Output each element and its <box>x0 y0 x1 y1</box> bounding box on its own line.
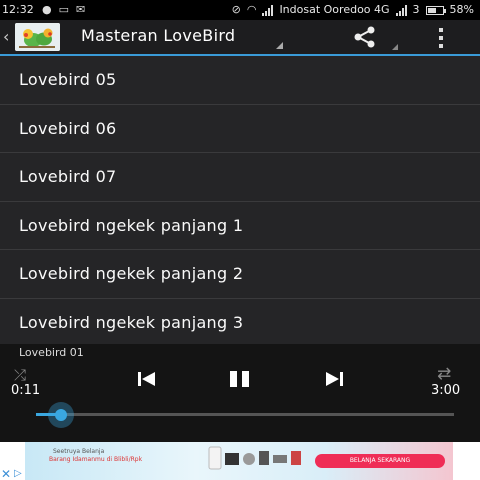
playlist-item[interactable]: Lovebird ngekek panjang 1 <box>0 202 480 250</box>
player-panel: Lovebird 01 ⤮ ⇄ 0:11 3:00 <box>0 344 480 442</box>
back-chevron-icon[interactable]: ‹ <box>3 27 9 46</box>
ad-cta-button[interactable]: BELANJA SEKARANG <box>315 454 445 468</box>
playlist-item[interactable]: Lovebird 06 <box>0 105 480 153</box>
playlist-item-label: Lovebird 06 <box>19 118 117 138</box>
mute-icon: ⊘ <box>231 3 241 16</box>
share-icon[interactable] <box>352 26 378 48</box>
status-right-group: ⊘ ◠ Indosat Ooredoo 4G 3 58% <box>232 0 474 20</box>
title-dropdown-icon[interactable] <box>276 42 283 49</box>
seek-bar-track[interactable] <box>36 413 454 416</box>
signal-2-icon <box>395 4 407 16</box>
current-time: 0:11 <box>11 383 41 398</box>
ad-banner: Seetruya Belanja Barang Idamanmu di Blib… <box>0 442 480 480</box>
cast-icon: ▭ <box>58 3 70 16</box>
shuffle-icon[interactable]: ⤮ <box>14 366 26 384</box>
next-button[interactable] <box>324 371 344 387</box>
total-time: 3:00 <box>431 383 461 398</box>
status-time: 12:32 <box>2 3 34 16</box>
playlist-item-label: Lovebird 05 <box>19 70 117 90</box>
playlist-item[interactable]: Lovebird 07 <box>0 153 480 202</box>
ad-right-margin <box>453 442 480 480</box>
playlist-item-label: Lovebird ngekek panjang 2 <box>19 264 244 284</box>
status-notification-icons: ● ▭ ✉ <box>42 0 85 20</box>
playlist-item[interactable]: Lovebird 05 <box>0 56 480 105</box>
playlist-item[interactable]: Lovebird ngekek panjang 2 <box>0 250 480 299</box>
ad-line-2: Barang Idamanmu di Blibli/Rpk <box>49 456 143 463</box>
notification-dot-icon: ● <box>42 3 52 16</box>
battery-icon <box>425 5 446 15</box>
previous-button[interactable] <box>137 371 157 387</box>
skip-previous-icon <box>138 372 155 386</box>
now-playing-title: Lovebird 01 <box>19 346 84 359</box>
mail-icon: ✉ <box>76 3 86 16</box>
playlist-item-label: Lovebird ngekek panjang 1 <box>19 215 244 235</box>
repeat-icon[interactable]: ⇄ <box>437 364 451 384</box>
playlist-item-label: Lovebird 07 <box>19 167 117 187</box>
action-bar: ‹ Masteran LoveBird <box>0 20 480 56</box>
pause-button[interactable] <box>229 370 251 388</box>
playlist-item[interactable]: Lovebird ngekek panjang 3 <box>0 299 480 347</box>
app-logo-icon[interactable] <box>15 23 60 51</box>
status-bar: 12:32 ● ▭ ✉ ⊘ ◠ Indosat Ooredoo 4G 3 58% <box>0 0 480 20</box>
ad-info-icon[interactable]: ▷ <box>14 468 24 480</box>
sim-slot: 3 <box>412 3 420 16</box>
battery-fill <box>427 7 436 13</box>
ad-product-image <box>205 445 305 471</box>
playlist: Lovebird 05 Lovebird 06 Lovebird 07 Lovebir… <box>0 56 480 347</box>
page-title: Masteran LoveBird <box>81 26 236 45</box>
pause-icon <box>230 371 249 387</box>
playlist-item-label: Lovebird ngekek panjang 3 <box>19 312 244 332</box>
signal-icon <box>262 4 274 16</box>
seek-bar-thumb[interactable] <box>48 402 75 428</box>
ad-line-1: Seetruya Belanja <box>53 448 105 455</box>
ad-close-icon[interactable]: ✕ <box>1 468 13 480</box>
overflow-menu-icon[interactable] <box>438 28 444 48</box>
battery-percent: 58% <box>449 3 474 16</box>
carrier-name: Indosat Ooredoo 4G <box>279 3 390 16</box>
ad-creative[interactable]: Seetruya Belanja Barang Idamanmu di Blib… <box>25 442 453 480</box>
share-dropdown-icon[interactable] <box>392 44 398 50</box>
skip-next-icon <box>326 372 343 386</box>
wifi-icon: ◠ <box>246 3 257 16</box>
